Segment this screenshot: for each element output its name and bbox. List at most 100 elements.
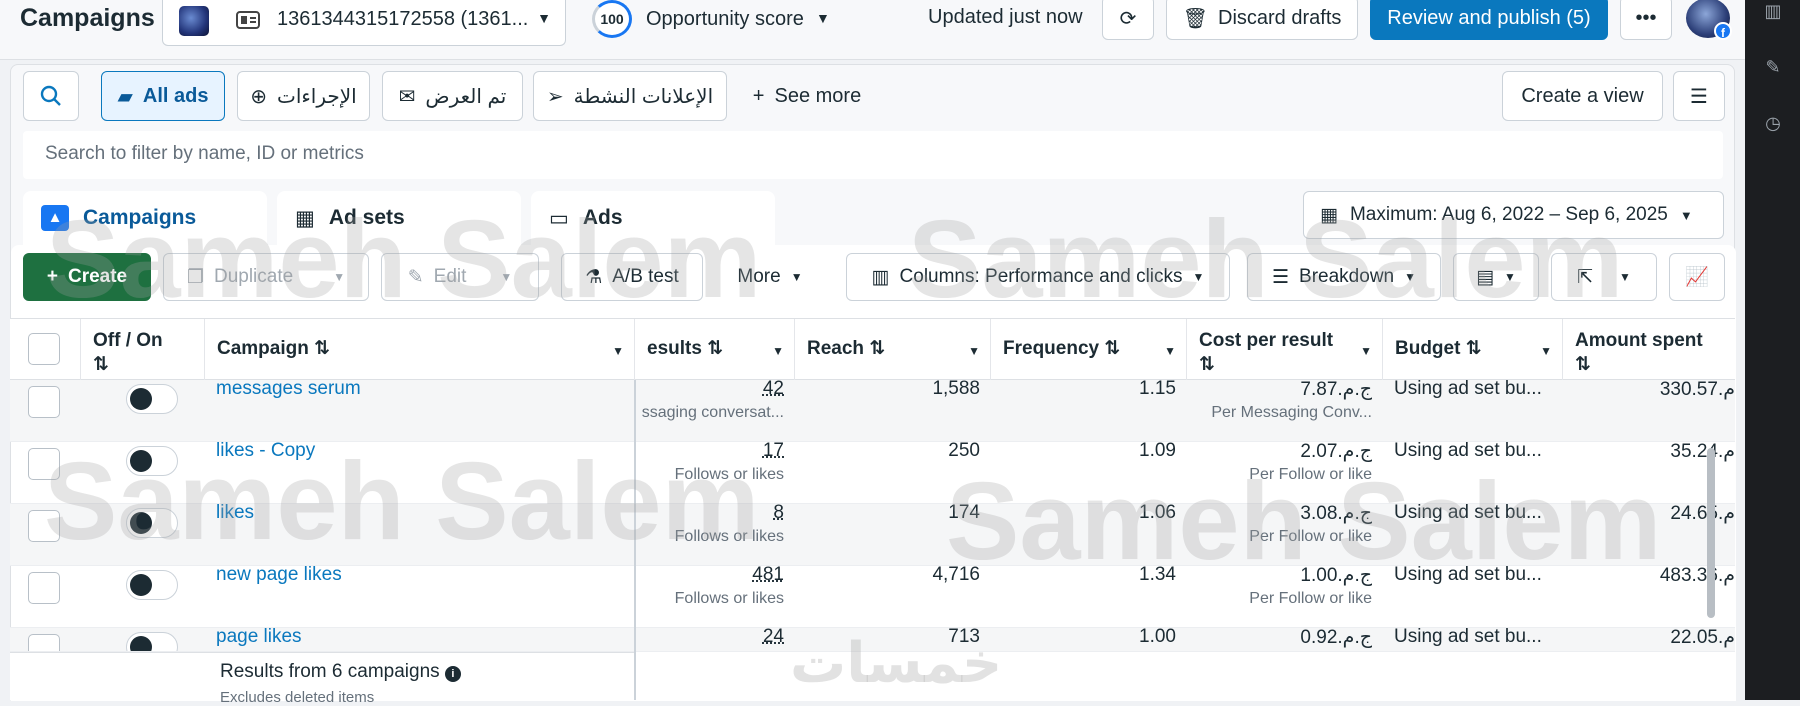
- reports-button[interactable]: ▤ ▼: [1453, 253, 1539, 301]
- table-row[interactable]: messages serum 42 ssaging conversat... 1,58…: [10, 380, 1735, 442]
- refresh-button[interactable]: ⟳: [1102, 0, 1154, 40]
- campaign-toggle[interactable]: [126, 446, 178, 476]
- campaign-toggle[interactable]: [126, 570, 178, 600]
- campaign-name-link[interactable]: likes: [216, 504, 254, 524]
- results-value[interactable]: 481: [634, 566, 784, 586]
- campaign-name-link[interactable]: page likes: [216, 628, 302, 648]
- sort-icon: ⇅: [1199, 354, 1215, 375]
- results-value[interactable]: 8: [634, 504, 784, 524]
- col-off-on[interactable]: Off / On ⇅: [80, 319, 214, 381]
- chevron-down-icon: ▼: [1619, 270, 1631, 284]
- results-value[interactable]: 17: [634, 442, 784, 462]
- edit-button[interactable]: ✎ Edit ▼: [381, 253, 539, 301]
- sort-icon: ⇅: [1104, 338, 1121, 359]
- campaign-toggle[interactable]: [126, 384, 178, 414]
- vertical-scrollbar[interactable]: [1707, 448, 1715, 618]
- sort-icon: ⇅: [1575, 354, 1591, 375]
- campaign-toggle[interactable]: [126, 508, 178, 538]
- tab-campaigns[interactable]: ▲ Campaigns: [23, 191, 267, 245]
- results-value[interactable]: 24: [634, 628, 784, 648]
- date-range-picker[interactable]: ▦ Maximum: Aug 6, 2022 – Sep 6, 2025 ▼: [1303, 191, 1724, 239]
- discard-drafts-button[interactable]: 🗑 Discard drafts: [1166, 0, 1358, 40]
- frequency-value: 1.34: [1139, 566, 1176, 585]
- col-label: Budget: [1395, 338, 1461, 359]
- filter-settings-button[interactable]: ☰: [1673, 71, 1725, 121]
- results-value[interactable]: 42: [634, 380, 784, 400]
- filter-active-ads[interactable]: ➢ الإعلانات النشطة: [533, 71, 727, 121]
- chart-button[interactable]: 📈: [1669, 253, 1725, 301]
- filter-delivered[interactable]: ✉ تم العرض: [382, 71, 523, 121]
- results-type: ssaging conversat...: [641, 404, 784, 421]
- tab-ad-sets[interactable]: ▦ Ad sets: [277, 191, 521, 245]
- filter-label: All ads: [142, 84, 209, 107]
- columns-icon: ▥: [871, 266, 890, 288]
- budget-value: Using ad set bu...: [1394, 380, 1542, 399]
- export-button[interactable]: ⇱ ▼: [1551, 253, 1657, 301]
- bar-chart-icon[interactable]: ▥: [1762, 0, 1784, 22]
- copy-icon: ❐: [186, 266, 204, 288]
- table-row[interactable]: likes 8 Follows or likes 174 1.06 ج.م.3.08 Per…: [10, 504, 1735, 566]
- reach-value: 1,588: [932, 380, 980, 399]
- more-button[interactable]: More ▼: [715, 253, 825, 301]
- sliders-icon: ☰: [1690, 85, 1708, 108]
- more-options-button[interactable]: •••: [1620, 0, 1672, 40]
- row-checkbox[interactable]: [28, 448, 60, 480]
- columns-button[interactable]: ▥ Columns: Performance and clicks ▼: [846, 253, 1230, 301]
- review-publish-button[interactable]: Review and publish (5): [1370, 0, 1608, 40]
- row-checkbox[interactable]: [28, 634, 60, 651]
- col-budget[interactable]: Budget ⇅ ▼: [1382, 319, 1562, 381]
- col-label: Off / On: [93, 330, 163, 351]
- row-checkbox[interactable]: [28, 386, 60, 418]
- business-icon: [235, 8, 261, 32]
- col-results[interactable]: esults ⇅ ▼: [634, 319, 794, 381]
- toggle-knob: [130, 636, 152, 651]
- col-reach[interactable]: Reach ⇅ ▼: [794, 319, 990, 381]
- chevron-down-icon: ▼: [612, 344, 624, 358]
- cost-per-result-value: ج.م.3.08: [1300, 504, 1372, 524]
- tab-ads[interactable]: ▭ Ads: [531, 191, 775, 245]
- col-frequency[interactable]: Frequency ⇅ ▼: [990, 319, 1186, 381]
- col-campaign[interactable]: Campaign ⇅ ▼: [204, 319, 634, 381]
- breakdown-button[interactable]: ☰ Breakdown ▼: [1247, 253, 1441, 301]
- create-label: Create: [67, 266, 128, 287]
- see-more-button[interactable]: + See more: [737, 71, 877, 121]
- amount-spent-value: 22.05.م: [1670, 628, 1735, 648]
- toggle-knob: [130, 512, 152, 534]
- account-selector[interactable]: 1361344315172558 (1361... ▼: [162, 0, 566, 46]
- campaign-name-link[interactable]: likes - Copy: [216, 442, 315, 462]
- report-icon: ▤: [1476, 266, 1495, 288]
- chevron-down-icon: ▼: [816, 10, 830, 26]
- row-checkbox[interactable]: [28, 572, 60, 604]
- reach-value: 174: [948, 504, 980, 523]
- filter-actions[interactable]: ⊕ الإجراءات: [237, 71, 370, 121]
- row-checkbox[interactable]: [28, 510, 60, 542]
- frequency-value: 1.00: [1139, 628, 1176, 647]
- col-cost-per-result[interactable]: Cost per result ⇅ ▼: [1186, 319, 1382, 381]
- select-all-checkbox[interactable]: [28, 333, 60, 365]
- pencil-icon: ✎: [407, 266, 424, 288]
- search-button[interactable]: [23, 71, 79, 121]
- clock-icon[interactable]: ◷: [1762, 112, 1784, 134]
- pencil-icon[interactable]: ✎: [1762, 56, 1784, 78]
- create-button[interactable]: + Create: [23, 253, 151, 301]
- table-row[interactable]: likes - Copy 17 Follows or likes 250 1.09 ج.م…: [10, 442, 1735, 504]
- ab-test-button[interactable]: ⚗ A/B test: [561, 253, 703, 301]
- review-label: Review and publish (5): [1387, 6, 1591, 29]
- search-input[interactable]: Search to filter by name, ID or metrics: [23, 131, 1723, 179]
- ellipsis-icon: •••: [1635, 6, 1657, 29]
- chevron-down-icon: ▼: [333, 270, 346, 284]
- line-chart-icon: 📈: [1685, 267, 1709, 288]
- campaign-toggle[interactable]: [126, 632, 178, 651]
- info-icon[interactable]: i: [444, 666, 461, 682]
- table-row[interactable]: new page likes 481 Follows or likes 4,716 1.…: [10, 566, 1735, 628]
- campaign-name-link[interactable]: messages serum: [216, 380, 361, 400]
- chevron-down-icon: ▼: [790, 270, 803, 284]
- profile-avatar[interactable]: f: [1686, 0, 1732, 40]
- duplicate-button[interactable]: ❐ Duplicate ▼: [163, 253, 369, 301]
- discard-label: Discard drafts: [1218, 6, 1342, 29]
- create-view-button[interactable]: Create a view: [1502, 71, 1663, 121]
- filter-all-ads[interactable]: ▰ All ads: [101, 71, 225, 121]
- campaign-name-link[interactable]: new page likes: [216, 566, 342, 586]
- col-amount-spent[interactable]: Amount spent ⇅: [1562, 319, 1735, 381]
- cost-per-result-value: ج.م.1.00: [1300, 566, 1372, 586]
